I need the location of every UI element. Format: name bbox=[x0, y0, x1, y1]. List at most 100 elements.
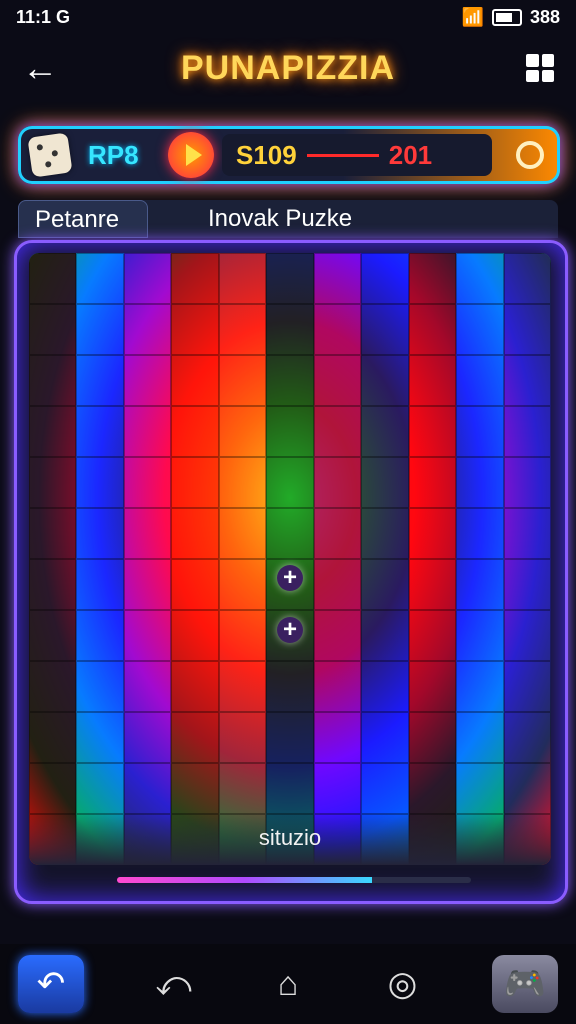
puzzle-piece[interactable] bbox=[76, 712, 124, 763]
puzzle-piece[interactable] bbox=[456, 610, 504, 661]
puzzle-piece[interactable] bbox=[313, 661, 362, 712]
puzzle-piece[interactable] bbox=[266, 763, 314, 814]
puzzle-piece[interactable] bbox=[313, 253, 362, 304]
puzzle-piece[interactable] bbox=[171, 763, 219, 814]
puzzle-piece[interactable] bbox=[313, 355, 362, 406]
puzzle-piece[interactable] bbox=[29, 406, 77, 457]
puzzle-piece[interactable] bbox=[123, 457, 172, 508]
puzzle-piece[interactable] bbox=[171, 304, 219, 355]
puzzle-grid[interactable]: + + situzio bbox=[29, 253, 551, 865]
undo-icon[interactable]: ↶ bbox=[18, 955, 84, 1013]
puzzle-piece[interactable] bbox=[123, 508, 172, 559]
puzzle-piece[interactable] bbox=[408, 457, 457, 508]
puzzle-piece[interactable] bbox=[123, 304, 172, 355]
puzzle-piece[interactable] bbox=[503, 457, 551, 508]
puzzle-piece[interactable] bbox=[361, 304, 409, 355]
puzzle-piece[interactable] bbox=[76, 661, 124, 712]
puzzle-piece[interactable] bbox=[218, 610, 267, 661]
puzzle-piece[interactable] bbox=[29, 457, 77, 508]
puzzle-piece[interactable] bbox=[408, 355, 457, 406]
puzzle-piece[interactable] bbox=[361, 508, 409, 559]
puzzle-piece[interactable] bbox=[266, 712, 314, 763]
puzzle-piece[interactable] bbox=[266, 406, 314, 457]
puzzle-piece[interactable] bbox=[171, 712, 219, 763]
add-piece-icon[interactable]: + bbox=[277, 617, 303, 643]
puzzle-piece[interactable] bbox=[171, 559, 219, 610]
puzzle-piece[interactable] bbox=[408, 712, 457, 763]
puzzle-piece[interactable] bbox=[266, 355, 314, 406]
puzzle-piece[interactable] bbox=[313, 457, 362, 508]
home-icon[interactable]: ⌂ bbox=[263, 965, 313, 1004]
puzzle-piece[interactable] bbox=[408, 763, 457, 814]
puzzle-piece[interactable] bbox=[171, 508, 219, 559]
puzzle-piece[interactable] bbox=[29, 763, 77, 814]
puzzle-piece[interactable] bbox=[503, 253, 551, 304]
puzzle-piece[interactable] bbox=[456, 457, 504, 508]
puzzle-piece[interactable] bbox=[503, 406, 551, 457]
puzzle-piece[interactable] bbox=[456, 253, 504, 304]
puzzle-piece[interactable] bbox=[29, 304, 77, 355]
puzzle-piece[interactable] bbox=[313, 508, 362, 559]
puzzle-piece[interactable] bbox=[171, 457, 219, 508]
puzzle-piece[interactable] bbox=[218, 253, 267, 304]
puzzle-piece[interactable] bbox=[503, 712, 551, 763]
puzzle-piece[interactable] bbox=[266, 457, 314, 508]
puzzle-piece[interactable] bbox=[29, 559, 77, 610]
puzzle-piece[interactable] bbox=[218, 508, 267, 559]
puzzle-piece[interactable] bbox=[123, 661, 172, 712]
puzzle-piece[interactable] bbox=[218, 457, 267, 508]
puzzle-piece[interactable] bbox=[123, 610, 172, 661]
puzzle-piece[interactable] bbox=[503, 559, 551, 610]
puzzle-piece[interactable] bbox=[218, 763, 267, 814]
puzzle-piece[interactable] bbox=[313, 304, 362, 355]
puzzle-piece[interactable] bbox=[29, 712, 77, 763]
puzzle-piece[interactable] bbox=[123, 559, 172, 610]
puzzle-piece[interactable] bbox=[503, 763, 551, 814]
puzzle-piece[interactable] bbox=[313, 712, 362, 763]
puzzle-piece[interactable] bbox=[218, 406, 267, 457]
puzzle-piece[interactable] bbox=[218, 661, 267, 712]
puzzle-piece[interactable] bbox=[218, 355, 267, 406]
puzzle-piece[interactable] bbox=[123, 712, 172, 763]
puzzle-piece[interactable] bbox=[76, 763, 124, 814]
nav-back-icon[interactable]: ⤺ bbox=[149, 965, 199, 1004]
puzzle-piece[interactable] bbox=[76, 304, 124, 355]
target-settings-icon[interactable]: ◎ bbox=[378, 964, 428, 1004]
puzzle-piece[interactable] bbox=[171, 661, 219, 712]
puzzle-piece[interactable] bbox=[456, 661, 504, 712]
tab-petanre[interactable]: Petanre bbox=[18, 200, 148, 238]
puzzle-piece[interactable] bbox=[361, 661, 409, 712]
puzzle-piece[interactable] bbox=[456, 406, 504, 457]
puzzle-piece[interactable] bbox=[266, 661, 314, 712]
puzzle-piece[interactable] bbox=[361, 610, 409, 661]
puzzle-piece[interactable] bbox=[456, 763, 504, 814]
puzzle-piece[interactable] bbox=[408, 253, 457, 304]
puzzle-piece[interactable] bbox=[361, 457, 409, 508]
puzzle-piece[interactable] bbox=[456, 355, 504, 406]
puzzle-piece[interactable] bbox=[503, 508, 551, 559]
arrow-left-icon[interactable]: ← bbox=[20, 48, 60, 88]
play-icon[interactable] bbox=[168, 132, 214, 178]
puzzle-piece[interactable] bbox=[313, 406, 362, 457]
puzzle-piece[interactable] bbox=[123, 355, 172, 406]
puzzle-piece[interactable] bbox=[29, 355, 77, 406]
puzzle-piece[interactable] bbox=[171, 406, 219, 457]
puzzle-piece[interactable] bbox=[408, 508, 457, 559]
puzzle-piece[interactable] bbox=[29, 610, 77, 661]
puzzle-piece[interactable] bbox=[456, 508, 504, 559]
puzzle-piece[interactable] bbox=[361, 763, 409, 814]
puzzle-piece[interactable] bbox=[408, 559, 457, 610]
puzzle-piece[interactable] bbox=[503, 610, 551, 661]
dice-icon[interactable] bbox=[27, 132, 73, 178]
puzzle-piece[interactable] bbox=[313, 610, 362, 661]
puzzle-piece[interactable] bbox=[456, 304, 504, 355]
puzzle-piece[interactable] bbox=[408, 304, 457, 355]
puzzle-piece[interactable] bbox=[76, 355, 124, 406]
puzzle-piece[interactable] bbox=[76, 610, 124, 661]
puzzle-piece[interactable] bbox=[76, 559, 124, 610]
puzzle-piece[interactable] bbox=[503, 355, 551, 406]
puzzle-piece[interactable] bbox=[503, 304, 551, 355]
puzzle-piece[interactable] bbox=[76, 457, 124, 508]
puzzle-piece[interactable] bbox=[266, 508, 314, 559]
puzzle-piece[interactable] bbox=[171, 355, 219, 406]
